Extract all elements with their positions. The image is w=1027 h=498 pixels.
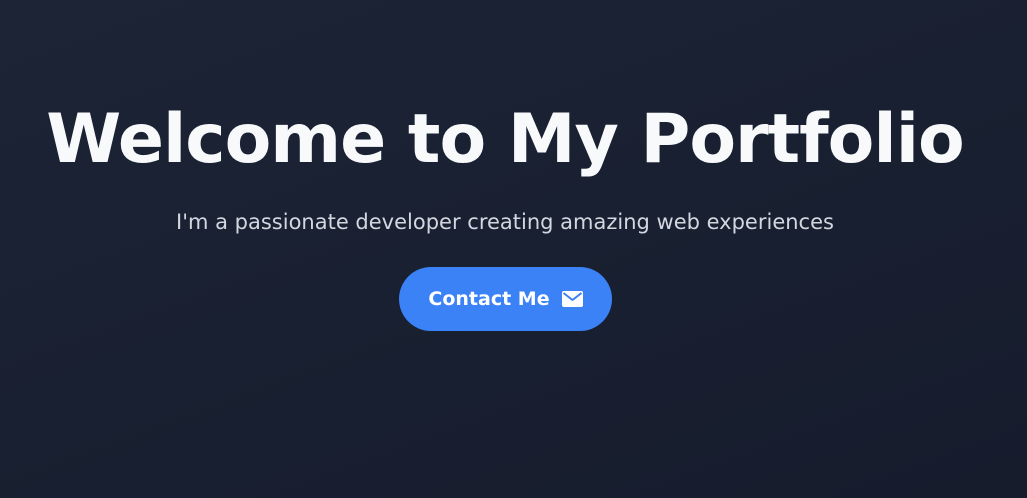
hero-section: Welcome to My Portfolio I'm a passionate… — [0, 0, 1027, 498]
contact-me-button[interactable]: Contact Me — [399, 267, 612, 331]
contact-me-label: Contact Me — [428, 288, 550, 310]
hero-subtitle: I'm a passionate developer creating amaz… — [176, 210, 834, 234]
envelope-icon — [561, 291, 583, 307]
hero-title: Welcome to My Portfolio — [46, 100, 964, 179]
